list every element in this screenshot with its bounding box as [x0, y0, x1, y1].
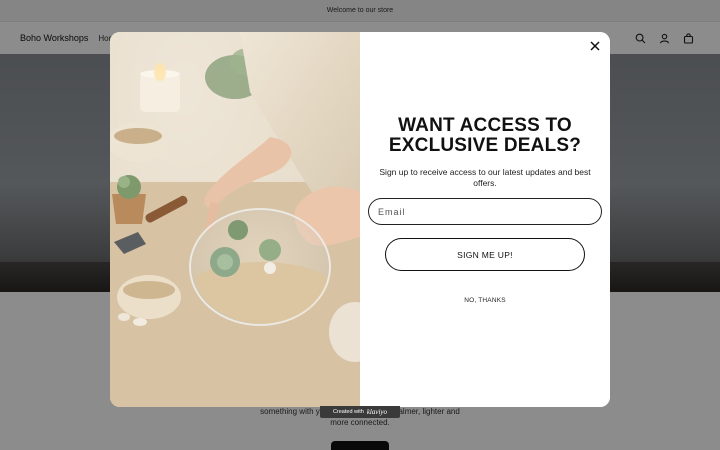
signup-popup: WANT ACCESS TO EXCLUSIVE DEALS? Sign up … — [110, 32, 610, 407]
popup-image — [110, 32, 360, 407]
popup-headline: WANT ACCESS TO EXCLUSIVE DEALS? — [388, 115, 582, 156]
klaviyo-badge[interactable]: Created with klaviyo — [320, 406, 400, 418]
email-field[interactable] — [368, 198, 602, 225]
badge-prefix: Created with — [332, 409, 364, 415]
sign-me-up-button[interactable]: SIGN ME UP! — [385, 238, 585, 271]
terrarium-illustration — [110, 32, 360, 407]
no-thanks-link[interactable]: NO, THANKS — [360, 297, 610, 304]
popup-subtext: Sign up to receive access to our latest … — [379, 167, 591, 188]
klaviyo-logo: klaviyo — [366, 408, 388, 416]
popup-form: WANT ACCESS TO EXCLUSIVE DEALS? Sign up … — [360, 32, 610, 407]
close-icon[interactable] — [588, 39, 602, 53]
